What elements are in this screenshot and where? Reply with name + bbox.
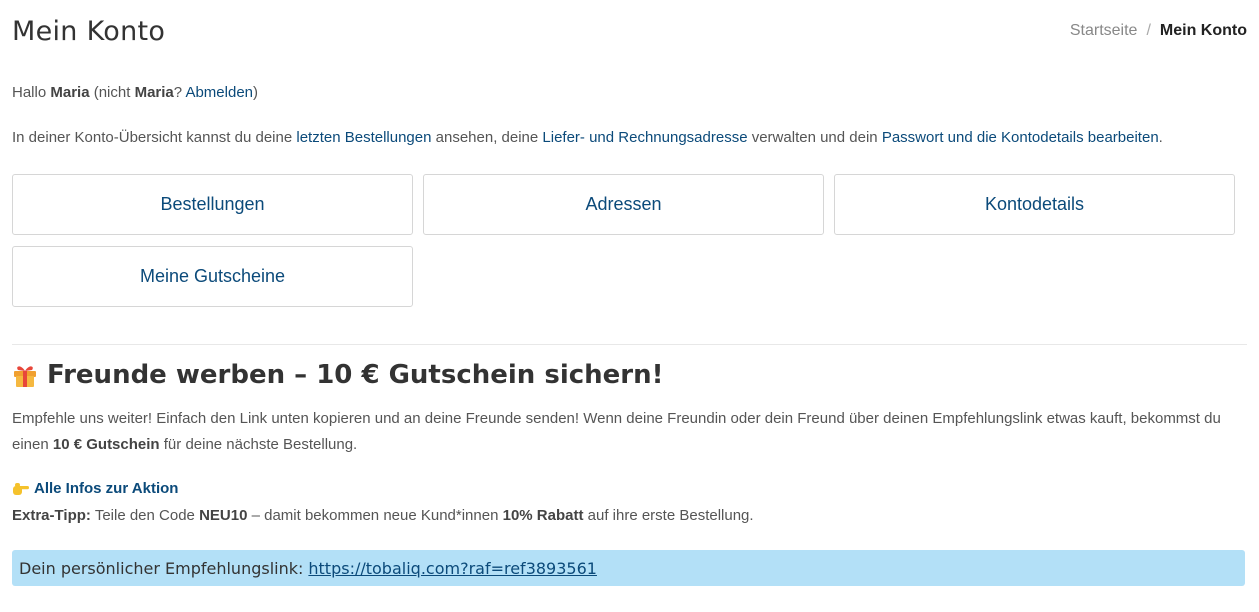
referral-voucher-amount: 10 € Gutschein xyxy=(52,436,160,453)
section-divider xyxy=(12,344,1247,345)
greeting-text: Hallo Maria (nicht Maria? Abmelden) xyxy=(12,84,258,101)
referral-info-row: Alle Infos zur Aktion xyxy=(12,480,178,497)
breadcrumb: Startseite / Mein Konto xyxy=(1070,22,1247,40)
page-title: Mein Konto xyxy=(12,16,166,47)
breadcrumb-separator: / xyxy=(1146,22,1151,39)
account-details-tile[interactable]: Kontodetails xyxy=(834,174,1235,235)
tip-text-1: Teile den Code xyxy=(94,507,195,524)
referral-link-label: Dein persönlicher Empfehlungslink: xyxy=(19,558,304,578)
page-header: Mein Konto Startseite / Mein Konto xyxy=(12,14,1247,54)
account-details-link[interactable]: Passwort und die Kontodetails bearbeiten xyxy=(882,129,1159,146)
referral-info-link[interactable]: Alle Infos zur Aktion xyxy=(34,480,178,497)
tip-code: NEU10 xyxy=(199,507,248,524)
referral-text-2: für deine nächste Bestellung. xyxy=(163,436,358,453)
referral-title-text: Freunde werben – 10 € Gutschein sichern! xyxy=(47,360,664,390)
referral-link-url[interactable]: https://tobaliq.com?raf=ref3893561 xyxy=(308,559,597,578)
overview-text-1: In deiner Konto-Übersicht kannst du dein… xyxy=(12,129,293,146)
recent-orders-link[interactable]: letzten Bestellungen xyxy=(296,129,431,146)
greeting-hello: Hallo xyxy=(12,84,47,101)
vouchers-tile[interactable]: Meine Gutscheine xyxy=(12,246,413,307)
gift-icon xyxy=(12,362,38,388)
orders-tile[interactable]: Bestellungen xyxy=(12,174,413,235)
breadcrumb-home-link[interactable]: Startseite xyxy=(1070,22,1138,39)
addresses-link[interactable]: Liefer- und Rechnungsadresse xyxy=(542,129,747,146)
pointing-hand-icon xyxy=(12,482,30,496)
account-overview-text: In deiner Konto-Übersicht kannst du dein… xyxy=(12,129,1163,146)
greeting-not-username: Maria xyxy=(134,84,174,101)
overview-text-2: ansehen, deine xyxy=(435,129,539,146)
referral-link-box: Dein persönlicher Empfehlungslink: https… xyxy=(12,550,1245,586)
greeting-not-prefix: (nicht xyxy=(93,84,131,101)
tip-text-3: auf ihre erste Bestellung. xyxy=(587,507,754,524)
overview-text-3: verwalten und dein xyxy=(751,129,878,146)
tip-label: Extra-Tipp: xyxy=(12,507,91,524)
referral-heading: Freunde werben – 10 € Gutschein sichern! xyxy=(12,360,664,390)
greeting-question: ? xyxy=(173,84,183,101)
extra-tip: Extra-Tipp: Teile den Code NEU10 – damit… xyxy=(12,507,754,524)
tip-text-2: – damit bekommen neue Kund*innen xyxy=(251,507,499,524)
logout-link[interactable]: Abmelden xyxy=(185,84,253,101)
overview-text-4: . xyxy=(1158,129,1163,146)
greeting-close-paren: ) xyxy=(253,84,258,101)
breadcrumb-current: Mein Konto xyxy=(1159,22,1247,39)
greeting-username: Maria xyxy=(50,84,90,101)
addresses-tile[interactable]: Adressen xyxy=(423,174,824,235)
tip-discount: 10% Rabatt xyxy=(502,507,584,524)
referral-description: Empfehle uns weiter! Einfach den Link un… xyxy=(12,406,1247,458)
